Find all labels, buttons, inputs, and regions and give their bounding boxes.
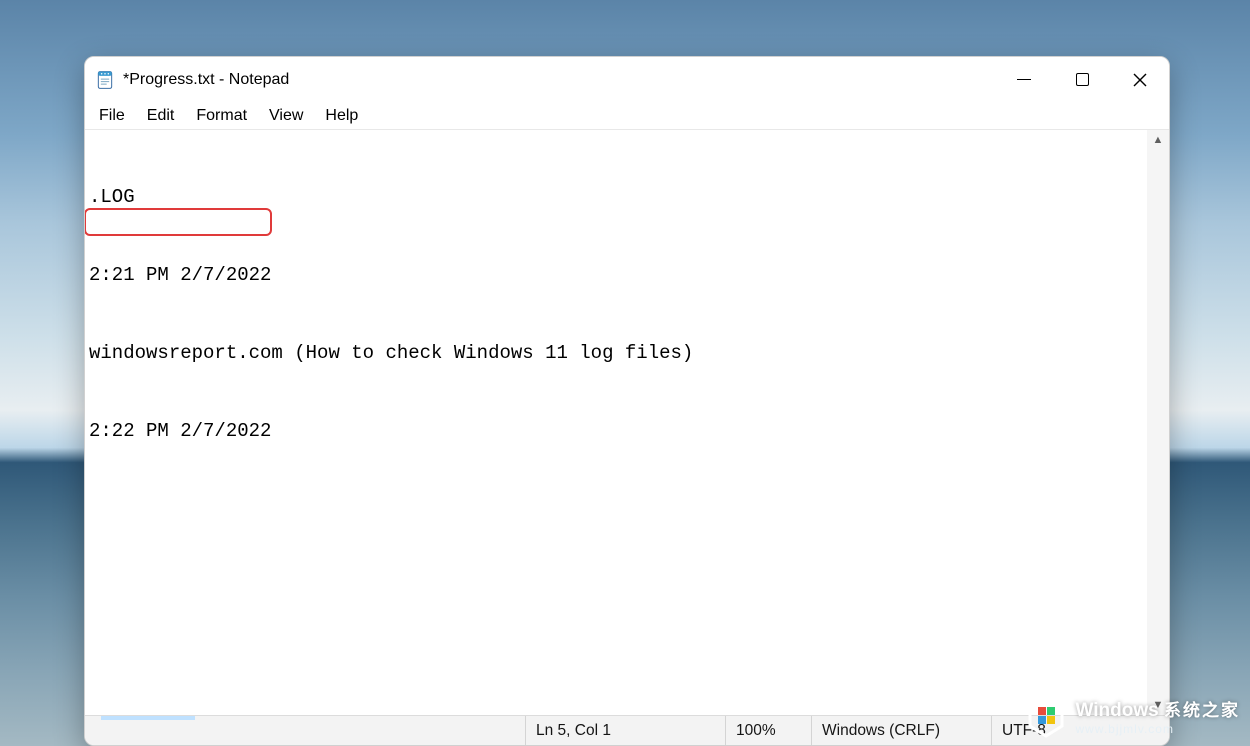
window-controls — [995, 57, 1169, 102]
maximize-button[interactable] — [1053, 57, 1111, 102]
menu-edit[interactable]: Edit — [137, 105, 187, 127]
menubar: File Edit Format View Help — [85, 102, 1169, 130]
status-padding — [85, 716, 525, 745]
close-icon — [1133, 73, 1147, 87]
menu-view[interactable]: View — [259, 105, 315, 127]
titlebar[interactable]: *Progress.txt - Notepad — [85, 57, 1169, 102]
menu-help[interactable]: Help — [315, 105, 370, 127]
statusbar: Ln 5, Col 1 100% Windows (CRLF) UTF-8 — [85, 715, 1169, 745]
notepad-window: *Progress.txt - Notepad File Edit Format… — [84, 56, 1170, 746]
minimize-button[interactable] — [995, 57, 1053, 102]
maximize-icon — [1076, 73, 1089, 86]
editor-wrap: .LOG 2:21 PM 2/7/2022 windowsreport.com … — [85, 130, 1169, 715]
menu-file[interactable]: File — [89, 105, 137, 127]
editor-line: windowsreport.com (How to check Windows … — [89, 340, 1143, 366]
window-title: *Progress.txt - Notepad — [123, 71, 289, 89]
editor-line: 2:22 PM 2/7/2022 — [89, 418, 1143, 444]
watermark-brand-cn: 系统之家 — [1164, 701, 1240, 720]
status-line-ending: Windows (CRLF) — [811, 716, 991, 745]
notepad-icon — [93, 68, 117, 92]
annotation-highlight-box — [85, 208, 272, 236]
selection-sliver — [101, 716, 195, 720]
status-zoom: 100% — [725, 716, 811, 745]
vertical-scrollbar[interactable]: ▲ ▼ — [1147, 130, 1169, 715]
editor-line: 2:21 PM 2/7/2022 — [89, 262, 1143, 288]
scroll-up-arrow-icon[interactable]: ▲ — [1147, 130, 1169, 150]
close-button[interactable] — [1111, 57, 1169, 102]
editor-line: .LOG — [89, 184, 1143, 210]
text-editor[interactable]: .LOG 2:21 PM 2/7/2022 windowsreport.com … — [85, 130, 1147, 715]
menu-format[interactable]: Format — [186, 105, 259, 127]
minimize-icon — [1017, 79, 1031, 81]
status-encoding: UTF-8 — [991, 716, 1169, 745]
status-cursor-position: Ln 5, Col 1 — [525, 716, 725, 745]
scroll-down-arrow-icon[interactable]: ▼ — [1147, 695, 1169, 715]
